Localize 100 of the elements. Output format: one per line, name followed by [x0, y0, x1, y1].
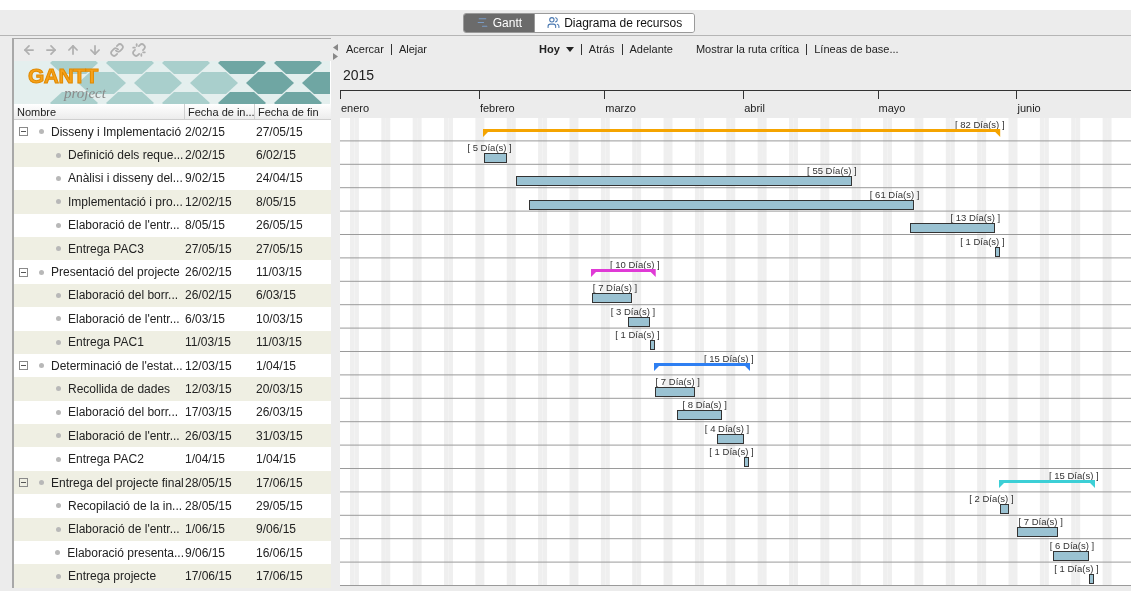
task-bar[interactable] — [1017, 527, 1058, 538]
task-bar[interactable] — [515, 176, 852, 187]
duration-label: [ 2 Día(s) ] — [969, 493, 1014, 504]
task-bar[interactable] — [654, 386, 695, 397]
month-label: marzo — [604, 102, 636, 115]
start-date: 2/02/15 — [184, 147, 227, 165]
summary-bar[interactable] — [653, 363, 750, 371]
nav-link[interactable]: Atrás — [588, 40, 615, 58]
task-bar[interactable] — [744, 457, 749, 468]
caret-icon — [565, 46, 574, 52]
task-bar[interactable] — [909, 223, 996, 234]
bullet-icon — [56, 292, 61, 298]
end-date: 31/03/15 — [255, 427, 304, 445]
task-bar[interactable] — [529, 199, 915, 210]
bullet-icon — [56, 526, 61, 532]
bullet-icon — [56, 316, 61, 322]
task-name[interactable]: Recopilació de la in... — [68, 496, 183, 515]
bullet-icon — [56, 152, 61, 158]
task-bar[interactable] — [1089, 574, 1094, 585]
duration-label: [ 1 Día(s) ] — [709, 447, 754, 458]
end-date: 17/06/15 — [255, 474, 304, 492]
end-date: 17/06/15 — [255, 568, 304, 586]
task-bar[interactable] — [999, 503, 1009, 514]
column-header[interactable]: Fecha de in... — [184, 104, 254, 119]
start-date: 12/03/15 — [184, 381, 233, 398]
start-date: 2/02/15 — [184, 123, 227, 141]
end-date: 26/03/15 — [255, 404, 304, 422]
nav-link[interactable]: Adelante — [629, 40, 673, 58]
bullet-icon — [56, 386, 61, 392]
task-bar[interactable] — [591, 293, 633, 304]
collapse-icon[interactable] — [19, 361, 28, 371]
zoom-link[interactable]: Alejar — [398, 40, 428, 58]
end-date: 6/03/15 — [255, 287, 298, 305]
people-icon — [547, 16, 561, 29]
task-name[interactable]: Entrega PAC1 — [68, 333, 144, 352]
task-name[interactable]: Elaboració del borr... — [68, 403, 179, 422]
toolbar-link[interactable]: Líneas de base... — [814, 40, 899, 58]
start-date: 27/05/15 — [184, 240, 233, 258]
task-name[interactable]: Entrega del projecte final — [51, 473, 184, 492]
task-name[interactable]: Elaboració de l'entr... — [68, 309, 180, 328]
task-bar[interactable] — [484, 152, 507, 163]
task-name[interactable]: Presentació del projecte — [51, 263, 180, 282]
task-name[interactable]: Entrega projecte — [68, 567, 157, 586]
end-date: 26/05/15 — [255, 217, 304, 235]
task-name[interactable]: Elaboració presenta... — [67, 543, 184, 562]
duration-label: [ 1 Día(s) ] — [1054, 564, 1099, 575]
duration-label: [ 6 Día(s) ] — [1049, 540, 1095, 551]
start-date: 1/06/15 — [184, 521, 227, 539]
logo-title: GANTT — [28, 66, 98, 86]
bullet-icon — [56, 433, 61, 439]
month-label: junio — [1016, 102, 1041, 115]
task-bar[interactable] — [650, 340, 655, 351]
end-date: 11/03/15 — [255, 334, 303, 352]
toolbar-link[interactable]: Mostrar la ruta crítica — [695, 40, 800, 58]
end-date: 10/03/15 — [255, 310, 304, 328]
task-bar[interactable] — [995, 246, 1000, 257]
task-bar[interactable] — [1053, 550, 1090, 561]
bullet-icon — [56, 573, 61, 579]
summary-bar[interactable] — [590, 269, 656, 278]
start-date: 26/02/15 — [184, 287, 233, 305]
task-name[interactable]: Elaboració de l'entr... — [68, 216, 180, 235]
task-name[interactable]: Disseny i Implementació — [51, 122, 182, 141]
collapse-left-icon[interactable] — [333, 44, 338, 51]
start-date: 11/03/15 — [184, 334, 232, 352]
collapse-icon[interactable] — [19, 478, 28, 488]
column-header[interactable]: Fecha de fin — [254, 104, 331, 119]
task-name[interactable]: Entrega PAC2 — [68, 450, 144, 469]
task-name[interactable]: Anàlisi i disseny del... — [68, 169, 183, 188]
start-date: 17/03/15 — [184, 404, 233, 422]
column-header[interactable]: Nombre — [14, 104, 184, 119]
task-name[interactable]: Definició dels reque... — [68, 146, 184, 165]
end-date: 27/05/15 — [255, 240, 304, 258]
start-date: 26/03/15 — [184, 427, 233, 445]
task-name[interactable]: Elaboració del borr... — [68, 286, 179, 305]
month-label: mayo — [877, 102, 906, 115]
task-name[interactable]: Implementació i pro... — [68, 192, 183, 211]
end-date: 16/06/15 — [255, 544, 304, 562]
duration-label: [ 3 Día(s) ] — [610, 306, 656, 317]
end-date: 9/06/15 — [255, 521, 298, 539]
bullet-icon — [56, 409, 61, 415]
gantt-icon — [475, 16, 489, 29]
task-bar[interactable] — [627, 316, 651, 327]
task-name[interactable]: Entrega PAC3 — [68, 239, 144, 258]
view-tab[interactable]: Diagrama de recursos — [534, 13, 695, 32]
zoom-link[interactable]: Acercar — [346, 40, 384, 58]
start-date: 6/03/15 — [184, 310, 227, 328]
task-name[interactable]: Elaboració de l'entr... — [68, 426, 180, 445]
task-bar[interactable] — [677, 410, 722, 421]
task-name[interactable]: Recollida de dades — [68, 380, 171, 398]
collapse-right-icon[interactable] — [333, 53, 338, 60]
collapse-icon[interactable] — [19, 127, 28, 137]
start-date: 17/06/15 — [184, 568, 233, 586]
task-name[interactable]: Elaboració de l'entr... — [68, 520, 180, 539]
bullet-icon — [56, 222, 61, 228]
collapse-icon[interactable] — [19, 267, 28, 277]
task-bar[interactable] — [717, 433, 745, 444]
view-tab[interactable]: Gantt — [463, 13, 535, 32]
today-dropdown[interactable]: Hoy — [539, 40, 574, 58]
year-label: 2015 — [343, 65, 375, 85]
task-name[interactable]: Determinació de l'estat... — [51, 356, 183, 375]
